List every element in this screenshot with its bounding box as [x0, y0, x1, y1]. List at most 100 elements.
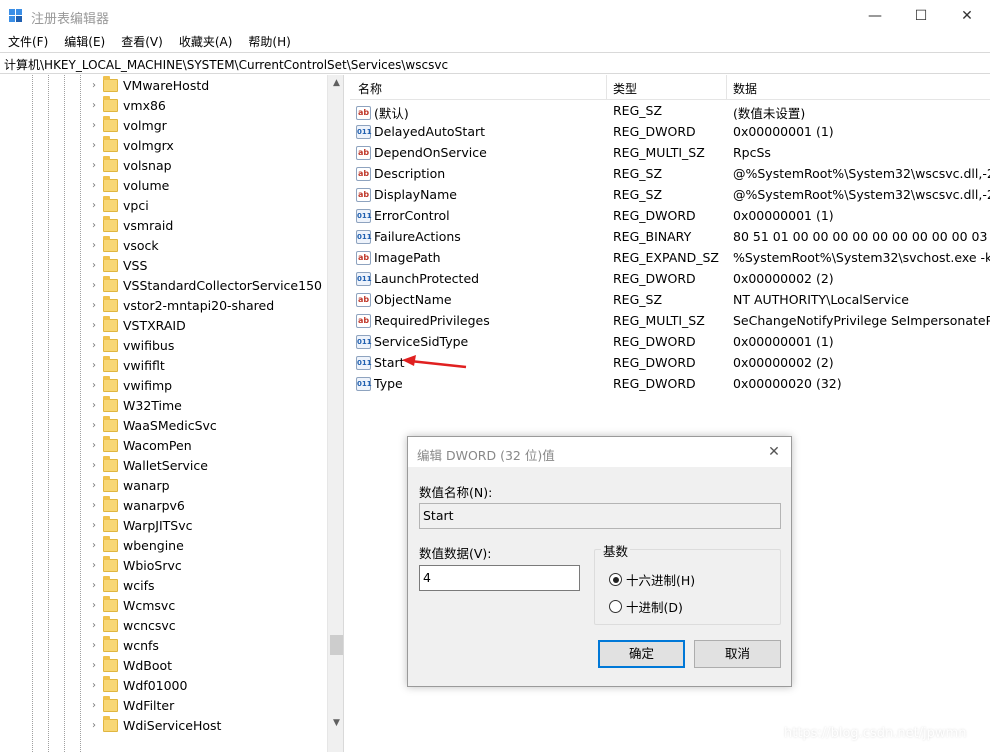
- chevron-right-icon[interactable]: ›: [88, 100, 100, 111]
- chevron-right-icon[interactable]: ›: [88, 380, 100, 391]
- close-icon[interactable]: ✕: [765, 443, 783, 461]
- chevron-right-icon[interactable]: ›: [88, 420, 100, 431]
- chevron-right-icon[interactable]: ›: [88, 500, 100, 511]
- value-row[interactable]: ab RequiredPrivileges REG_MULTI_SZ SeChange…: [350, 310, 990, 331]
- chevron-right-icon[interactable]: ›: [88, 640, 100, 651]
- value-row[interactable]: ab ImagePath REG_EXPAND_SZ %SystemRoot%\Sys…: [350, 247, 990, 268]
- tree-item[interactable]: › VSStandardCollectorService150: [88, 275, 322, 295]
- tree-item[interactable]: › WdBoot: [88, 655, 172, 675]
- menu-view[interactable]: 查看(V): [113, 32, 171, 52]
- radio-unselected-icon[interactable]: [609, 600, 622, 613]
- chevron-right-icon[interactable]: ›: [88, 260, 100, 271]
- chevron-right-icon[interactable]: ›: [88, 360, 100, 371]
- chevron-right-icon[interactable]: ›: [88, 460, 100, 471]
- tree-item[interactable]: › WarpJITSvc: [88, 515, 193, 535]
- chevron-right-icon[interactable]: ›: [88, 660, 100, 671]
- value-data-input[interactable]: 4: [419, 565, 580, 591]
- chevron-right-icon[interactable]: ›: [88, 220, 100, 231]
- col-data-header[interactable]: 数据: [733, 80, 757, 97]
- chevron-right-icon[interactable]: ›: [88, 340, 100, 351]
- tree-item[interactable]: › volmgrx: [88, 135, 174, 155]
- tree-item[interactable]: › WdFilter: [88, 695, 174, 715]
- tree-item[interactable]: › VSS: [88, 255, 147, 275]
- value-row[interactable]: ab DependOnService REG_MULTI_SZ RpcSs: [350, 142, 990, 163]
- radio-selected-icon[interactable]: [609, 573, 622, 586]
- tree-item[interactable]: › wanarp: [88, 475, 170, 495]
- chevron-right-icon[interactable]: ›: [88, 560, 100, 571]
- value-row[interactable]: 011 FailureActions REG_BINARY 80 51 01 00 0…: [350, 226, 990, 247]
- tree-item[interactable]: › vsmraid: [88, 215, 173, 235]
- chevron-right-icon[interactable]: ›: [88, 160, 100, 171]
- chevron-right-icon[interactable]: ›: [88, 320, 100, 331]
- address-bar[interactable]: 计算机\HKEY_LOCAL_MACHINE\SYSTEM\CurrentCon…: [0, 52, 990, 74]
- chevron-right-icon[interactable]: ›: [88, 240, 100, 251]
- tree-item[interactable]: › volsnap: [88, 155, 172, 175]
- value-row[interactable]: 011 ServiceSidType REG_DWORD 0x00000001 (1): [350, 331, 990, 352]
- chevron-right-icon[interactable]: ›: [88, 400, 100, 411]
- chevron-right-icon[interactable]: ›: [88, 440, 100, 451]
- tree-item[interactable]: › Wcmsvc: [88, 595, 175, 615]
- maximize-button[interactable]: ☐: [898, 0, 944, 32]
- chevron-right-icon[interactable]: ›: [88, 120, 100, 131]
- tree-item[interactable]: › wcifs: [88, 575, 154, 595]
- chevron-right-icon[interactable]: ›: [88, 720, 100, 731]
- chevron-right-icon[interactable]: ›: [88, 480, 100, 491]
- key-tree[interactable]: › VMwareHostd › vmx86 › volmgr › volmgrx › volsna…: [0, 75, 344, 752]
- tree-scrollbar[interactable]: ▲ ▼: [327, 75, 343, 752]
- chevron-right-icon[interactable]: ›: [88, 280, 100, 291]
- tree-item[interactable]: › vmx86: [88, 95, 166, 115]
- menu-favorites[interactable]: 收藏夹(A): [171, 32, 241, 52]
- tree-item[interactable]: › wanarpv6: [88, 495, 185, 515]
- tree-item[interactable]: › wbengine: [88, 535, 184, 555]
- chevron-right-icon[interactable]: ›: [88, 600, 100, 611]
- tree-item[interactable]: › vwifibus: [88, 335, 174, 355]
- tree-item[interactable]: › volume: [88, 175, 169, 195]
- col-type-header[interactable]: 类型: [613, 80, 637, 97]
- tree-item[interactable]: › WalletService: [88, 455, 208, 475]
- tree-item[interactable]: › volmgr: [88, 115, 167, 135]
- cancel-button[interactable]: 取消: [694, 640, 781, 668]
- ok-button[interactable]: 确定: [598, 640, 685, 668]
- chevron-right-icon[interactable]: ›: [88, 180, 100, 191]
- value-row[interactable]: 011 LaunchProtected REG_DWORD 0x00000002 (2…: [350, 268, 990, 289]
- tree-item[interactable]: › VMwareHostd: [88, 75, 209, 95]
- chevron-right-icon[interactable]: ›: [88, 200, 100, 211]
- menu-edit[interactable]: 编辑(E): [56, 32, 113, 52]
- chevron-right-icon[interactable]: ›: [88, 300, 100, 311]
- tree-item[interactable]: › vwifimp: [88, 375, 172, 395]
- value-row[interactable]: ab DisplayName REG_SZ @%SystemRoot%\System3…: [350, 184, 990, 205]
- chevron-right-icon[interactable]: ›: [88, 700, 100, 711]
- chevron-right-icon[interactable]: ›: [88, 620, 100, 631]
- value-row[interactable]: 011 ErrorControl REG_DWORD 0x00000001 (1): [350, 205, 990, 226]
- chevron-right-icon[interactable]: ›: [88, 520, 100, 531]
- tree-item[interactable]: › Wdf01000: [88, 675, 187, 695]
- tree-item[interactable]: › WaaSMedicSvc: [88, 415, 217, 435]
- minimize-button[interactable]: —: [852, 0, 898, 32]
- scroll-up-icon[interactable]: ▲: [328, 75, 343, 92]
- radio-decimal[interactable]: 十进制(D): [609, 597, 683, 616]
- radio-hex[interactable]: 十六进制(H): [609, 570, 695, 589]
- tree-item[interactable]: › WdiServiceHost: [88, 715, 221, 735]
- tree-item[interactable]: › vpci: [88, 195, 149, 215]
- chevron-right-icon[interactable]: ›: [88, 540, 100, 551]
- tree-item[interactable]: › WbioSrvc: [88, 555, 182, 575]
- value-row[interactable]: 011 DelayedAutoStart REG_DWORD 0x00000001 (…: [350, 121, 990, 142]
- close-button[interactable]: ✕: [944, 0, 990, 32]
- chevron-right-icon[interactable]: ›: [88, 680, 100, 691]
- tree-item[interactable]: › W32Time: [88, 395, 182, 415]
- chevron-right-icon[interactable]: ›: [88, 140, 100, 151]
- tree-item[interactable]: › wcncsvc: [88, 615, 176, 635]
- chevron-right-icon[interactable]: ›: [88, 80, 100, 91]
- tree-item[interactable]: › wcnfs: [88, 635, 159, 655]
- tree-item[interactable]: › vstor2-mntapi20-shared: [88, 295, 274, 315]
- scroll-down-icon[interactable]: ▼: [328, 715, 343, 732]
- menu-file[interactable]: 文件(F): [0, 32, 56, 52]
- col-name-header[interactable]: 名称: [358, 80, 382, 97]
- value-row[interactable]: ab ObjectName REG_SZ NT AUTHORITY\LocalServ…: [350, 289, 990, 310]
- value-row[interactable]: 011 Type REG_DWORD 0x00000020 (32): [350, 373, 990, 394]
- scroll-thumb[interactable]: [330, 635, 343, 655]
- menu-help[interactable]: 帮助(H): [240, 32, 298, 52]
- tree-item[interactable]: › VSTXRAID: [88, 315, 186, 335]
- tree-item[interactable]: › vsock: [88, 235, 159, 255]
- value-row[interactable]: ab Description REG_SZ @%SystemRoot%\System3…: [350, 163, 990, 184]
